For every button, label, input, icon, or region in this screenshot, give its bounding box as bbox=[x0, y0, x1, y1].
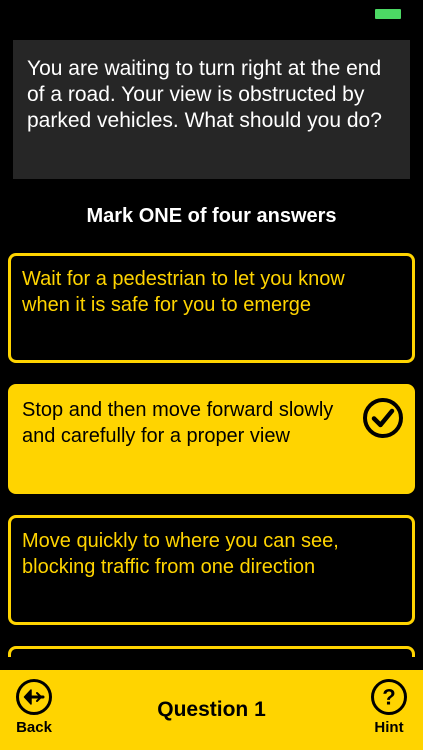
answer-text: Move quickly to where you can see, block… bbox=[22, 530, 339, 578]
question-text: You are waiting to turn right at the end… bbox=[27, 57, 382, 132]
question-box: You are waiting to turn right at the end… bbox=[13, 40, 410, 179]
hint-label: Hint bbox=[374, 719, 404, 736]
answer-option-2[interactable]: Stop and then move forward slowly and ca… bbox=[8, 384, 415, 494]
answer-text: Wait for a pedestrian to let you know wh… bbox=[22, 268, 345, 316]
answer-text: Stop and then move forward slowly and ca… bbox=[22, 399, 334, 447]
answer-option-3[interactable]: Move quickly to where you can see, block… bbox=[8, 515, 415, 625]
answer-option-1[interactable]: Wait for a pedestrian to let you know wh… bbox=[8, 253, 415, 363]
svg-text:?: ? bbox=[382, 685, 395, 710]
check-circle-icon bbox=[363, 398, 403, 438]
hint-button[interactable]: ? Hint bbox=[359, 678, 419, 736]
status-bar bbox=[0, 0, 423, 24]
bottom-toolbar: Back Question 1 ? Hint bbox=[0, 670, 423, 750]
answer-option-4[interactable] bbox=[8, 646, 415, 657]
answer-list: Wait for a pedestrian to let you know wh… bbox=[8, 253, 415, 657]
battery-icon bbox=[375, 9, 401, 19]
question-mark-icon: ? bbox=[371, 679, 407, 715]
answer-instruction: Mark ONE of four answers bbox=[86, 205, 337, 227]
